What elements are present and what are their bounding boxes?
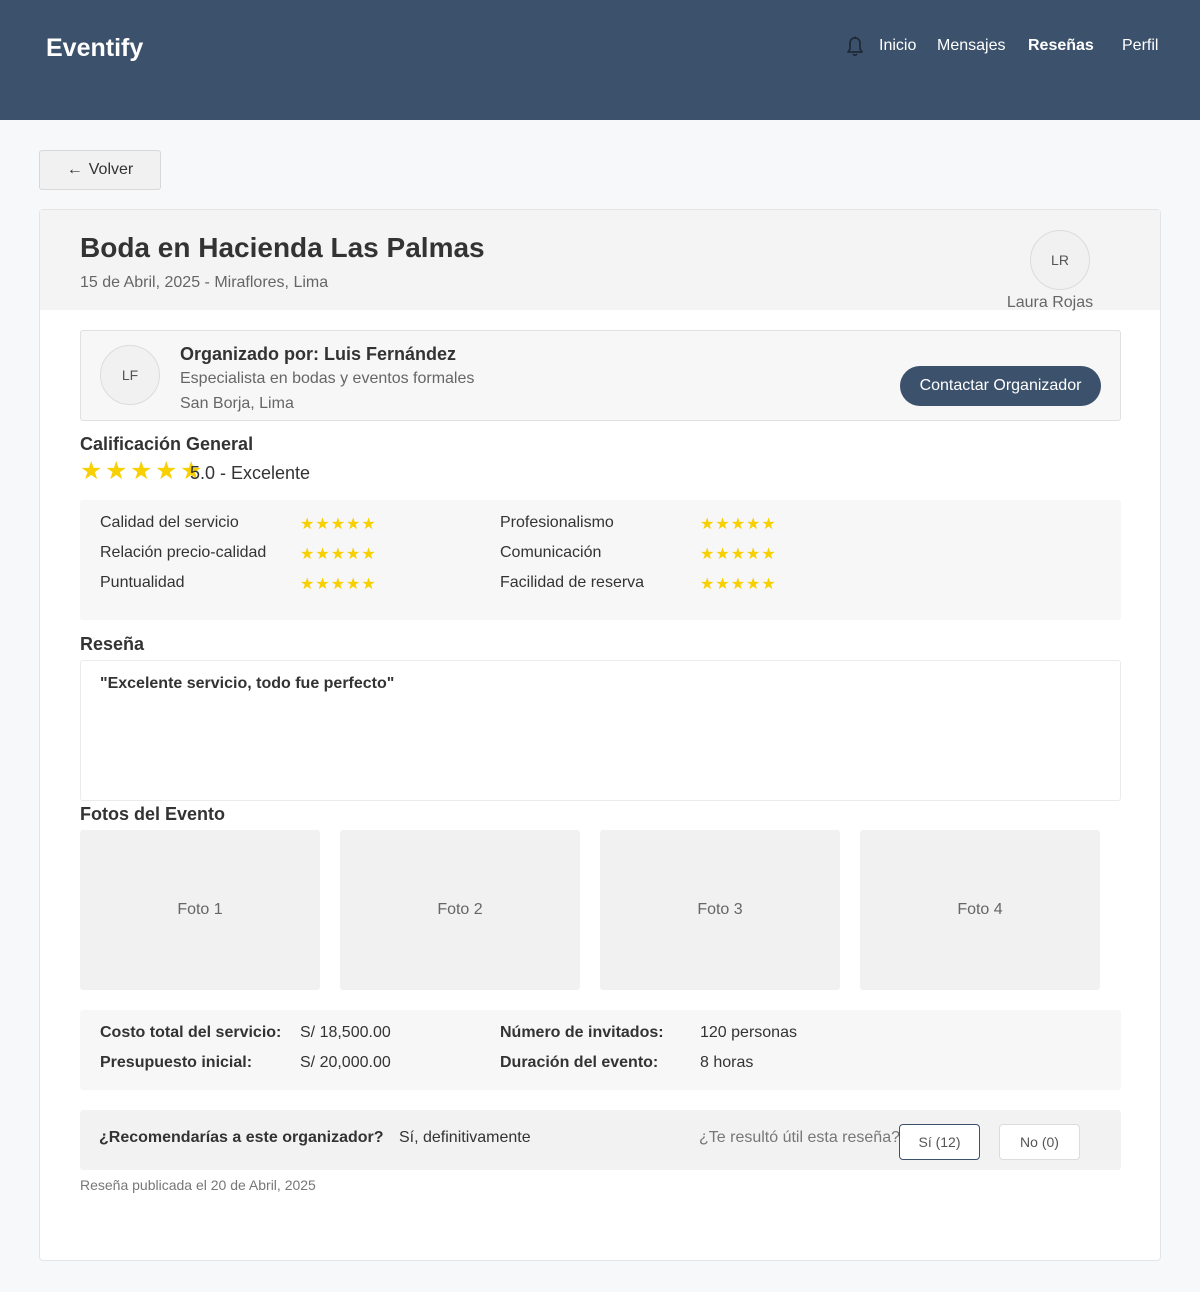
organizer-panel: LF Organizado por: Luis Fernández Especi… bbox=[80, 330, 1121, 421]
star-icon: ★ bbox=[130, 457, 153, 485]
reviewer-name: Laura Rojas bbox=[1006, 294, 1094, 311]
organizer-avatar[interactable]: LF bbox=[100, 345, 160, 405]
total-cost-label: Costo total del servicio: bbox=[100, 1024, 282, 1041]
budget-value: S/ 20,000.00 bbox=[300, 1054, 391, 1071]
top-navigation-bar: Eventify Inicio Mensajes Reseñas Perfil bbox=[0, 0, 1200, 120]
duration-label: Duración del evento: bbox=[500, 1054, 659, 1071]
reviewer-avatar[interactable]: LR bbox=[1030, 230, 1090, 290]
review-card: Boda en Hacienda Las Palmas 15 de Abril,… bbox=[39, 209, 1161, 1261]
event-photo[interactable]: Foto 3 bbox=[600, 830, 840, 990]
arrow-left-icon: ← bbox=[66, 161, 83, 178]
criterion-stars: ★★★★★ bbox=[300, 546, 377, 563]
event-header: Boda en Hacienda Las Palmas 15 de Abril,… bbox=[40, 210, 1160, 310]
review-title: Reseña bbox=[80, 634, 145, 654]
overall-star-rating: ★ ★ ★ ★ ★ bbox=[80, 456, 205, 486]
recommendation-panel: ¿Recomendarías a este organizador? Sí, d… bbox=[80, 1110, 1121, 1170]
organizer-name: Organizado por: Luis Fernández bbox=[180, 344, 457, 364]
event-title: Boda en Hacienda Las Palmas bbox=[80, 232, 485, 263]
recommend-answer: Sí, definitivamente bbox=[399, 1129, 531, 1146]
overall-rating-title: Calificación General bbox=[80, 434, 254, 454]
nav-link-perfil[interactable]: Perfil bbox=[1122, 37, 1158, 55]
contact-organizer-button[interactable]: Contactar Organizador bbox=[900, 366, 1101, 406]
event-photo[interactable]: Foto 1 bbox=[80, 830, 320, 990]
event-photo[interactable]: Foto 2 bbox=[340, 830, 580, 990]
recommend-question: ¿Recomendarías a este organizador? bbox=[99, 1129, 384, 1146]
nav-link-mensajes[interactable]: Mensajes bbox=[937, 37, 1005, 55]
criterion-label: Profesionalismo bbox=[500, 514, 614, 531]
event-photo[interactable]: Foto 4 bbox=[860, 830, 1100, 990]
duration-value: 8 horas bbox=[700, 1054, 754, 1071]
organizer-location: San Borja, Lima bbox=[180, 395, 294, 412]
published-date: Reseña publicada el 20 de Abril, 2025 bbox=[80, 1177, 316, 1193]
helpful-yes-button[interactable]: Sí (12) bbox=[899, 1124, 980, 1160]
review-body: "Excelente servicio, todo fue perfecto" bbox=[80, 660, 1121, 801]
budget-label: Presupuesto inicial: bbox=[100, 1054, 253, 1071]
organizer-description: Especialista en bodas y eventos formales bbox=[180, 370, 475, 387]
criterion-stars: ★★★★★ bbox=[700, 546, 777, 563]
criterion-label: Facilidad de reserva bbox=[500, 574, 645, 591]
bell-icon[interactable] bbox=[845, 36, 865, 58]
back-button-label: Volver bbox=[88, 161, 134, 178]
helpful-question: ¿Te resultó útil esta reseña? bbox=[699, 1129, 900, 1146]
star-icon: ★ bbox=[105, 457, 128, 485]
event-details: Costo total del servicio: S/ 18,500.00 N… bbox=[80, 1010, 1121, 1090]
review-text: "Excelente servicio, todo fue perfecto" bbox=[100, 675, 395, 692]
guests-label: Número de invitados: bbox=[500, 1024, 664, 1041]
criteria-ratings: Calidad del servicio ★★★★★ Profesionalis… bbox=[80, 500, 1121, 620]
event-subtitle: 15 de Abril, 2025 - Miraflores, Lima bbox=[80, 274, 329, 291]
criterion-stars: ★★★★★ bbox=[300, 576, 377, 593]
overall-rating-score: 5.0 - Excelente bbox=[190, 463, 311, 483]
criterion-stars: ★★★★★ bbox=[700, 516, 777, 533]
back-button[interactable]: ← Volver bbox=[39, 150, 161, 190]
helpful-no-button[interactable]: No (0) bbox=[999, 1124, 1080, 1160]
criterion-label: Relación precio-calidad bbox=[100, 544, 267, 561]
main-nav: Inicio Mensajes Reseñas Perfil bbox=[0, 36, 1200, 60]
guests-value: 120 personas bbox=[700, 1024, 797, 1041]
nav-link-resenas[interactable]: Reseñas bbox=[1028, 37, 1094, 55]
criterion-label: Puntualidad bbox=[100, 574, 185, 591]
criterion-stars: ★★★★★ bbox=[700, 576, 777, 593]
photos-title: Fotos del Evento bbox=[80, 804, 226, 824]
total-cost-value: S/ 18,500.00 bbox=[300, 1024, 391, 1041]
criterion-stars: ★★★★★ bbox=[300, 516, 377, 533]
star-icon: ★ bbox=[80, 457, 103, 485]
criterion-label: Comunicación bbox=[500, 544, 602, 561]
star-icon: ★ bbox=[155, 457, 178, 485]
criterion-label: Calidad del servicio bbox=[100, 514, 239, 531]
nav-link-inicio[interactable]: Inicio bbox=[879, 37, 916, 55]
